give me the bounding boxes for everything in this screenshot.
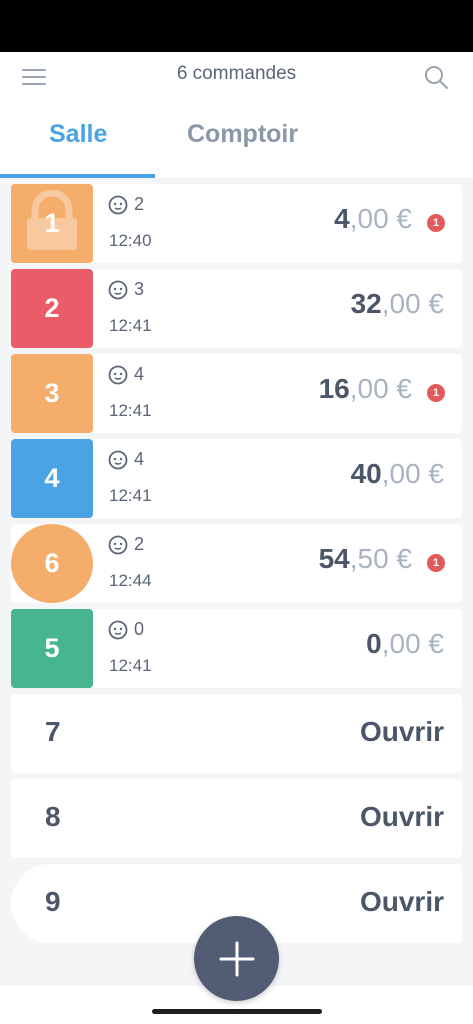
guests-icon (108, 620, 128, 639)
table-number: 5 (44, 633, 60, 663)
empty-table-row[interactable]: 8 Ouvrir (11, 779, 462, 858)
amount-decimal: ,50 € (349, 543, 412, 574)
status-bar (0, 0, 473, 52)
guest-count: 4 (108, 364, 144, 385)
amount-decimal: ,00 € (381, 288, 444, 319)
table-number: 7 (45, 716, 61, 747)
guest-count: 2 (108, 534, 144, 555)
add-order-button[interactable] (194, 916, 279, 1001)
amount-integer: 0 (366, 628, 382, 659)
guests-icon (108, 280, 128, 299)
home-indicator (152, 1009, 322, 1014)
alert-badge: 1 (427, 554, 445, 572)
order-time: 12:41 (109, 401, 152, 420)
search-icon[interactable] (423, 64, 449, 90)
table-number: 6 (44, 548, 60, 578)
order-amount: 40,00 € (351, 458, 444, 490)
table-badge: 6 (11, 524, 93, 603)
tab-comptoir[interactable]: Comptoir (187, 120, 298, 149)
guest-count: 4 (108, 449, 144, 470)
guest-count-value: 2 (134, 534, 145, 554)
order-row[interactable]: 2 3 12:41 32,00 € (11, 269, 462, 348)
empty-table-row[interactable]: 7 Ouvrir (11, 694, 462, 773)
order-amount: 16,00 € (319, 373, 412, 405)
guest-count-value: 2 (134, 194, 145, 214)
page-title: 6 commandes (176, 63, 297, 84)
open-table-button[interactable]: Ouvrir (360, 801, 444, 833)
order-time: 12:41 (109, 316, 152, 335)
amount-decimal: ,00 € (349, 203, 412, 234)
table-badge: 5 (11, 609, 93, 688)
amount-integer: 16 (318, 373, 350, 404)
order-amount: 0,00 € (366, 628, 444, 660)
table-badge: 3 (11, 354, 93, 433)
table-badge: 1 (11, 184, 93, 263)
guests-icon (108, 195, 128, 214)
guest-count-value: 4 (134, 364, 145, 384)
guests-icon (108, 450, 128, 469)
order-row[interactable]: 1 2 12:40 4,00 € 1 (11, 184, 462, 263)
guest-count-value: 0 (134, 619, 145, 639)
order-amount: 4,00 € (334, 203, 412, 235)
amount-decimal: ,00 € (381, 628, 444, 659)
order-time: 12:40 (109, 231, 152, 250)
guests-icon (108, 365, 128, 384)
guest-count: 3 (108, 279, 144, 300)
table-number: 4 (44, 463, 60, 493)
guests-icon (108, 535, 128, 554)
open-table-button[interactable]: Ouvrir (360, 716, 444, 748)
order-time: 12:44 (109, 571, 152, 590)
alert-badge: 1 (427, 384, 445, 402)
table-number: 2 (44, 293, 60, 323)
tab-salle[interactable]: Salle (49, 120, 107, 149)
active-tab-indicator (0, 174, 155, 178)
plus-icon (219, 941, 254, 976)
amount-integer: 40 (350, 458, 382, 489)
amount-integer: 4 (334, 203, 350, 234)
table-number: 3 (44, 378, 60, 408)
order-amount: 32,00 € (351, 288, 444, 320)
table-number: 1 (44, 208, 60, 238)
order-row[interactable]: 6 2 12:44 54,50 € 1 (11, 524, 462, 603)
alert-badge: 1 (427, 214, 445, 232)
amount-decimal: ,00 € (381, 458, 444, 489)
guest-count-value: 4 (134, 449, 145, 469)
guest-count: 2 (108, 194, 144, 215)
table-badge: 2 (11, 269, 93, 348)
order-amount: 54,50 € (319, 543, 412, 575)
order-time: 12:41 (109, 486, 152, 505)
open-table-button[interactable]: Ouvrir (360, 886, 444, 918)
table-number: 9 (45, 886, 61, 917)
order-time: 12:41 (109, 656, 152, 675)
amount-integer: 54 (318, 543, 350, 574)
order-row[interactable]: 3 4 12:41 16,00 € 1 (11, 354, 462, 433)
guest-count: 0 (108, 619, 144, 640)
amount-integer: 32 (350, 288, 382, 319)
order-row[interactable]: 5 0 12:41 0,00 € (11, 609, 462, 688)
table-badge: 4 (11, 439, 93, 518)
order-row[interactable]: 4 4 12:41 40,00 € (11, 439, 462, 518)
orders-list: 1 2 12:40 4,00 € 1 2 3 12:41 32,00 € 3 4… (11, 184, 462, 949)
guest-count-value: 3 (134, 279, 145, 299)
amount-decimal: ,00 € (349, 373, 412, 404)
table-number: 8 (45, 801, 61, 832)
